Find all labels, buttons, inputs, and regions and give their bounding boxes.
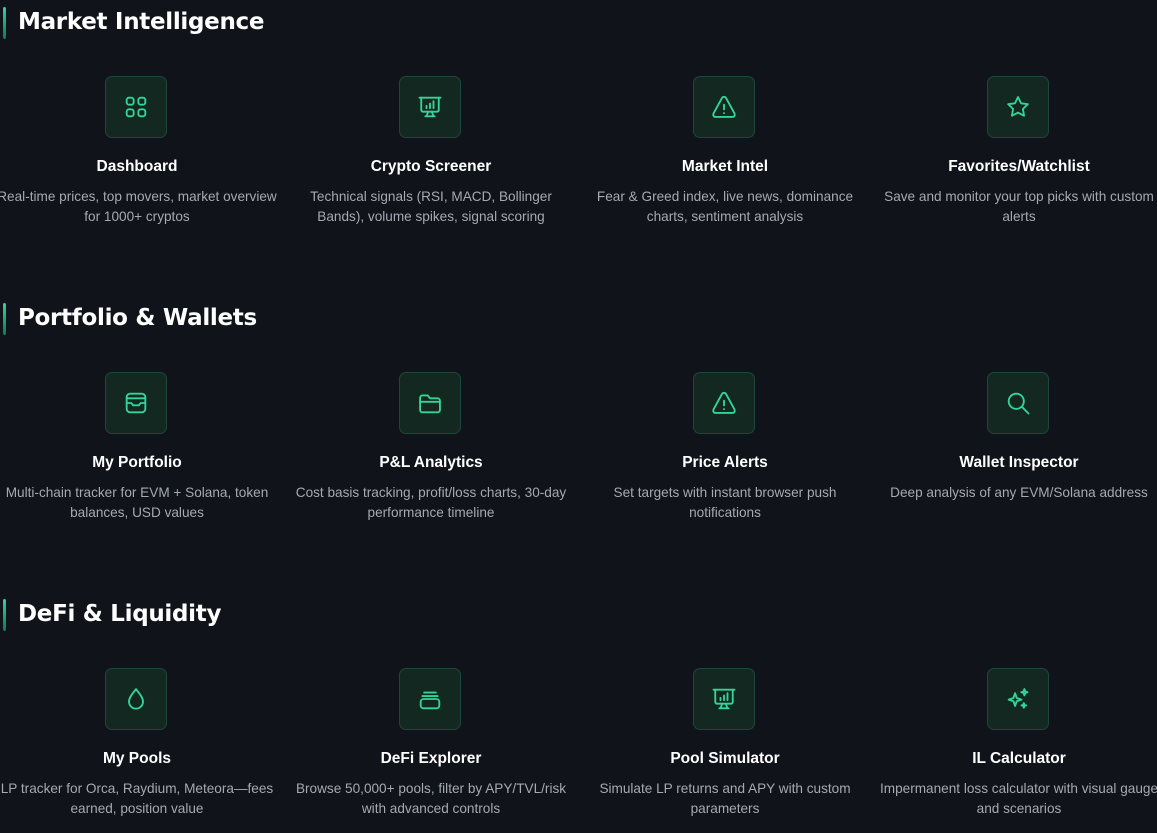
card-my-pools[interactable]: My Pools LP tracker for Orca, Raydium, M…: [0, 664, 284, 833]
presentation-chart-icon: [399, 76, 461, 138]
card-title: Market Intel: [681, 158, 769, 175]
card-description: Impermanent loss calculator with visual …: [879, 781, 1157, 816]
card-wallet-inspector[interactable]: Wallet Inspector Deep analysis of any EV…: [872, 368, 1157, 538]
card-favorites-watchlist[interactable]: Favorites/Watchlist Save and monitor you…: [872, 72, 1157, 242]
presentation-chart-icon: [693, 668, 755, 730]
card-description: LP tracker for Orca, Raydium, Meteora—fe…: [0, 781, 274, 816]
card-title: Favorites/Watchlist: [948, 158, 1090, 175]
wallet-icon: [105, 372, 167, 434]
section-title: Market Intelligence: [18, 9, 265, 35]
section-accent-bar: [3, 599, 6, 631]
card-description: Cost basis tracking, profit/loss charts,…: [295, 485, 567, 520]
card-description: Simulate LP returns and APY with custom …: [599, 781, 851, 816]
search-icon: [987, 372, 1049, 434]
card-description: Set targets with instant browser push no…: [613, 485, 837, 520]
section-accent-bar: [3, 7, 6, 39]
card-market-intel[interactable]: Market Intel Fear & Greed index, live ne…: [578, 72, 872, 242]
feature-grid: Dashboard Real-time prices, top movers, …: [0, 72, 1157, 242]
card-description: Technical signals (RSI, MACD, Bollinger …: [310, 189, 552, 224]
card-title: DeFi Explorer: [380, 750, 482, 767]
card-description: Multi-chain tracker for EVM + Solana, to…: [5, 485, 269, 520]
card-title: Price Alerts: [682, 454, 768, 471]
card-il-calculator[interactable]: IL Calculator Impermanent loss calculato…: [872, 664, 1157, 833]
grid-icon: [105, 76, 167, 138]
section-accent-bar: [3, 303, 6, 335]
card-title: Dashboard: [96, 158, 178, 175]
card-price-alerts[interactable]: Price Alerts Set targets with instant br…: [578, 368, 872, 538]
card-title: Wallet Inspector: [959, 454, 1079, 471]
card-description: Real-time prices, top movers, market ove…: [0, 189, 277, 224]
stack-icon: [399, 668, 461, 730]
card-description: Save and monitor your top picks with cus…: [884, 189, 1154, 224]
sparkles-icon: [987, 668, 1049, 730]
card-pool-simulator[interactable]: Pool Simulator Simulate LP returns and A…: [578, 664, 872, 833]
card-title: IL Calculator: [972, 750, 1066, 767]
section-title: DeFi & Liquidity: [18, 601, 222, 627]
folder-icon: [399, 372, 461, 434]
card-description: Fear & Greed index, live news, dominance…: [596, 189, 854, 224]
droplet-icon: [105, 668, 167, 730]
section-title: Portfolio & Wallets: [18, 305, 257, 331]
star-icon: [987, 76, 1049, 138]
feature-grid: My Portfolio Multi-chain tracker for EVM…: [0, 368, 1157, 538]
card-title: My Portfolio: [92, 454, 182, 471]
card-defi-explorer[interactable]: DeFi Explorer Browse 50,000+ pools, filt…: [284, 664, 578, 833]
feature-grid: My Pools LP tracker for Orca, Raydium, M…: [0, 664, 1157, 833]
warning-triangle-icon: [693, 76, 755, 138]
card-title: My Pools: [102, 750, 172, 767]
card-description: Deep analysis of any EVM/Solana address: [890, 485, 1148, 500]
card-title: Pool Simulator: [670, 750, 780, 767]
card-crypto-screener[interactable]: Crypto Screener Technical signals (RSI, …: [284, 72, 578, 242]
warning-triangle-icon: [693, 372, 755, 434]
card-dashboard[interactable]: Dashboard Real-time prices, top movers, …: [0, 72, 284, 242]
card-pl-analytics[interactable]: P&L Analytics Cost basis tracking, profi…: [284, 368, 578, 538]
card-title: P&L Analytics: [379, 454, 483, 471]
card-description: Browse 50,000+ pools, filter by APY/TVL/…: [295, 781, 567, 816]
features-page: Market Intelligence Dashboard Real-time …: [0, 0, 1157, 833]
card-title: Crypto Screener: [370, 158, 492, 175]
card-my-portfolio[interactable]: My Portfolio Multi-chain tracker for EVM…: [0, 368, 284, 538]
